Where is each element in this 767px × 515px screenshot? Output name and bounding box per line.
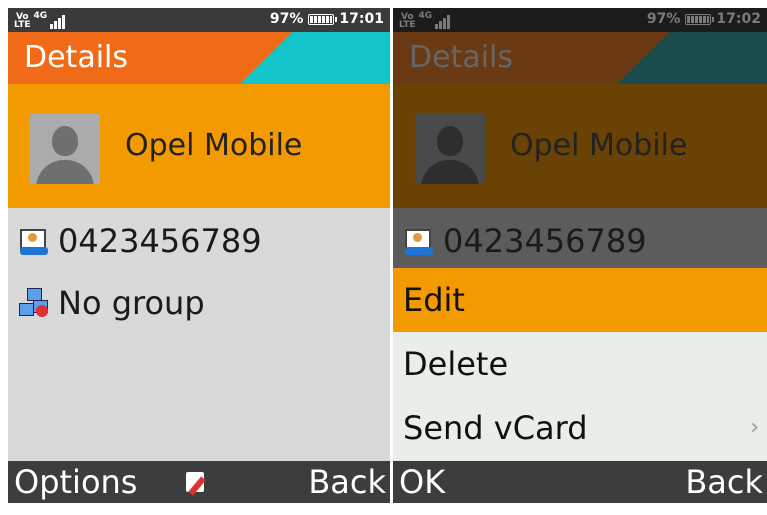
contact-card-icon <box>403 225 435 257</box>
title-bar: Details <box>393 32 767 84</box>
phone-number: 0423456789 <box>443 222 647 260</box>
volte-icon: Vo LTE <box>14 12 31 30</box>
signal-indicator: Vo LTE 4G <box>399 11 451 30</box>
group-row[interactable]: No group <box>18 278 205 328</box>
phone-number-row: 0423456789 <box>403 216 647 266</box>
options-menu-screen: Vo LTE 4G 97% 17:02 Details Opel Mobile 0… <box>393 8 767 503</box>
clock: 17:02 <box>716 11 761 27</box>
phone-number: 0423456789 <box>58 222 262 260</box>
softkey-bar: Options Back <box>8 461 390 503</box>
volte-icon: Vo LTE <box>399 12 416 30</box>
phone-number-row[interactable]: 0423456789 <box>18 216 262 266</box>
back-softkey[interactable]: Back <box>308 463 386 501</box>
avatar <box>30 114 100 184</box>
battery-percent: 97% <box>646 11 681 27</box>
signal-bars-icon <box>50 15 66 29</box>
contact-details-screen: Vo LTE 4G 97% 17:01 Details Opel Mobile 0… <box>8 8 390 503</box>
network-type: 4G <box>33 11 48 21</box>
battery-icon <box>308 13 338 25</box>
back-softkey[interactable]: Back <box>685 463 763 501</box>
options-menu: Edit Delete Send vCard › <box>393 268 767 461</box>
battery-icon <box>685 13 715 25</box>
menu-item-delete[interactable]: Delete <box>393 332 767 396</box>
group-icon <box>18 287 50 319</box>
title-accent <box>240 32 390 84</box>
page-title: Details <box>409 40 514 75</box>
battery-percent: 97% <box>269 11 304 27</box>
contact-name: Opel Mobile <box>125 128 303 163</box>
network-type: 4G <box>418 11 433 21</box>
page-title: Details <box>24 40 129 75</box>
softkey-bar: OK Back <box>393 461 767 503</box>
title-bar: Details <box>8 32 390 84</box>
status-bar: Vo LTE 4G 97% 17:02 <box>393 8 767 32</box>
contact-info: 0423456789 No group <box>8 208 390 461</box>
contact-card-icon <box>18 225 50 257</box>
edit-icon[interactable] <box>184 470 208 496</box>
avatar <box>415 114 485 184</box>
menu-item-edit[interactable]: Edit <box>393 268 767 332</box>
menu-item-send-vcard[interactable]: Send vCard › <box>393 396 767 460</box>
signal-indicator: Vo LTE 4G <box>14 11 66 30</box>
options-softkey[interactable]: Options <box>14 463 137 501</box>
signal-bars-icon <box>435 15 451 29</box>
contact-name: Opel Mobile <box>510 128 688 163</box>
contact-header: Opel Mobile <box>393 84 767 208</box>
ok-softkey[interactable]: OK <box>399 463 445 501</box>
chevron-right-icon: › <box>750 415 759 440</box>
menu-item-label: Send vCard <box>403 409 588 447</box>
group-label: No group <box>58 284 205 322</box>
status-bar: Vo LTE 4G 97% 17:01 <box>8 8 390 32</box>
title-accent <box>617 32 767 84</box>
contact-header: Opel Mobile <box>8 84 390 208</box>
clock: 17:01 <box>339 11 384 27</box>
